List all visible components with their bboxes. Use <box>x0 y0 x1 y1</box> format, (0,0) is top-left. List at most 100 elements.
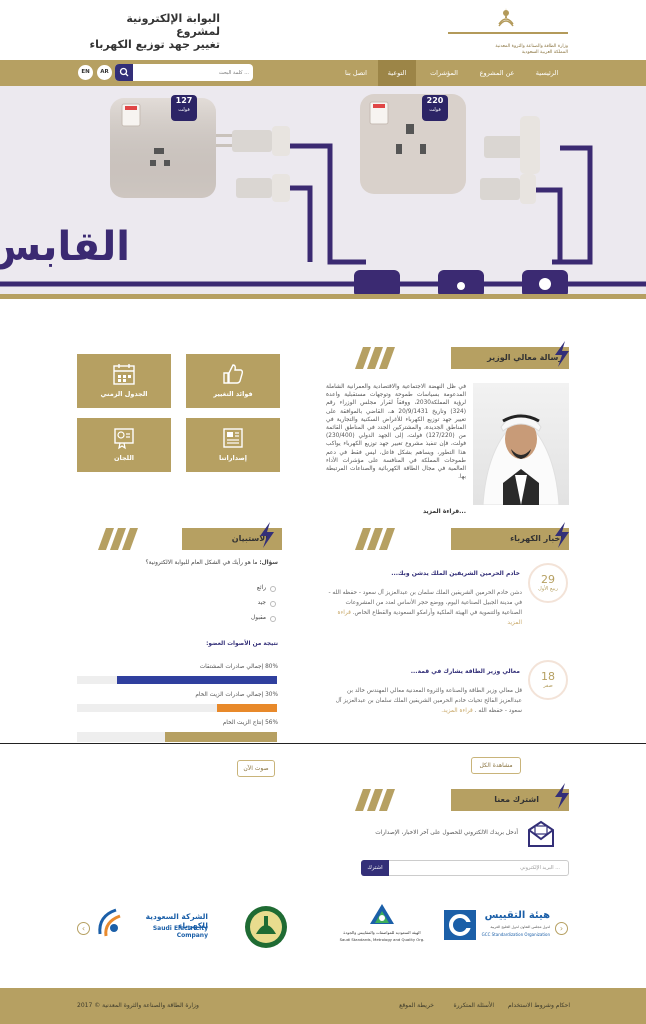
view-all-news-button[interactable]: مشاهدة الكل <box>471 757 521 774</box>
tile-timeline[interactable]: الجدول الزمني <box>77 354 171 408</box>
sec-logo[interactable]: الشركة السعودية للكهرباء Saudi Electrici… <box>96 906 208 942</box>
seal-logo[interactable] <box>242 904 290 950</box>
news-read-more[interactable]: قراءة المزيد. <box>441 708 473 714</box>
minister-photo <box>473 383 569 505</box>
poll-result-fill <box>165 732 277 742</box>
tile-label: إصداراتنا <box>219 454 247 462</box>
tile-committees[interactable]: اللجان <box>77 418 171 472</box>
poll-result-label: 30% إجمالي صادرات الزيت الخام <box>195 692 278 698</box>
tile-label: فوائد التغيير <box>213 390 253 398</box>
bolt-icon <box>555 522 569 548</box>
poll-result-fill <box>217 704 277 712</box>
footer-faq-link[interactable]: الأسئلة المتكررة <box>440 988 494 1024</box>
saso-name-en: Saudi Standards, Metrology and Quality O… <box>339 937 425 942</box>
poll-result-bar <box>77 704 277 712</box>
voltage-value: 127 <box>175 96 193 105</box>
gso-name-en: GCC Standardization Organization <box>481 932 550 937</box>
ministry-name: وزارة الطاقة والصناعة والثروة المعدنية <box>495 44 568 49</box>
publications-icon <box>223 428 243 448</box>
poll-results-title: نتيجة من الأصوات العضو: <box>206 641 278 647</box>
gso-subtitle: لدول مجلس التعاون لدول الخليج العربية <box>490 925 550 929</box>
tile-label: اللجان <box>114 454 134 462</box>
news-text: قل معالي وزير الطاقة والصناعة والثروة ال… <box>335 688 522 714</box>
news-section-heading: أخبار الكهرباء <box>353 522 569 550</box>
nav-about[interactable]: عن المشروع <box>472 60 522 86</box>
gso-logo[interactable]: هيئة التقييس لدول مجلس التعاون لدول الخل… <box>442 906 550 944</box>
news-body: قل معالي وزير الطاقة والصناعة والثروة ال… <box>326 686 522 716</box>
sec-emblem-icon <box>98 908 121 937</box>
news-title[interactable]: خادم الحرمين الشريفين الملك يدشن وبك... <box>330 570 520 577</box>
subscribe-placeholder: البريد الإلكتروني ... <box>520 865 560 871</box>
news-text: دشن خادم الحرمين الشريفين الملك سلمان بن… <box>328 590 522 616</box>
hero-border <box>0 294 646 299</box>
divider-line <box>0 743 646 744</box>
lang-en-button[interactable]: EN <box>78 65 93 80</box>
footer-sitemap-link[interactable]: خريطة الموقع <box>386 988 434 1024</box>
subscribe-section-heading: اشترك معنا <box>353 783 569 811</box>
footer-terms-link[interactable]: احكام وشروط الاستخدام <box>500 988 570 1024</box>
subscribe-button[interactable]: اشترك <box>361 860 389 876</box>
news-month: صفر <box>543 683 553 689</box>
footer-copyright: وزارة الطاقة والصناعة والثروة المعدنية ©… <box>77 1002 199 1009</box>
calendar-icon <box>113 364 135 385</box>
poll-option-radio[interactable] <box>270 586 276 592</box>
vote-now-button[interactable]: صوت الآن <box>237 760 275 777</box>
minister-section-heading: رسالة معالي الوزير <box>353 341 569 369</box>
logo-divider <box>448 32 568 34</box>
poll-result-bar <box>77 732 277 742</box>
poll-option-label: جيد <box>257 600 266 606</box>
voltage-badge-127: 127 فولت <box>171 95 197 121</box>
green-seal-icon <box>245 906 287 948</box>
minister-read-more[interactable]: قراءة المزيد... <box>420 508 466 515</box>
news-month: ربيع الأول <box>538 586 558 592</box>
bolt-icon <box>555 783 569 809</box>
portal-title-line2: تغيير جهد توزيع الكهرباء <box>89 38 221 51</box>
search-input[interactable] <box>135 66 249 79</box>
poll-result-label: 56% إنتاج الزيت الخام <box>222 720 278 726</box>
tile-label: الجدول الزمني <box>100 390 148 398</box>
voltage-value: 220 <box>426 96 444 105</box>
partners-prev-button[interactable]: ‹ <box>77 922 90 935</box>
tile-benefits[interactable]: فوائد التغيير <box>186 354 280 408</box>
subscribe-email-input[interactable]: البريد الإلكتروني ... <box>361 860 569 876</box>
committee-icon <box>114 428 134 450</box>
hero-banner[interactable]: 127 فولت 220 فولت القابس <box>0 86 646 298</box>
news-title[interactable]: معالي وزير الطاقة يشارك في قمة... <box>330 668 520 675</box>
portal-title: البوابة الإلكترونية لمشروع تغيير جهد توز… <box>80 12 221 51</box>
gso-emblem-icon <box>444 910 476 940</box>
poll-question-text: ما هو رأيك في الشكل العام للبوابة الالكت… <box>145 560 258 566</box>
poll-result-fill <box>117 676 277 684</box>
poll-option-radio[interactable] <box>270 616 276 622</box>
news-day: 18 <box>541 670 555 683</box>
news-date-badge: 18 صفر <box>528 660 568 700</box>
footer: احكام وشروط الاستخدام الأسئلة المتكررة خ… <box>0 988 646 1024</box>
search-button[interactable] <box>115 64 133 81</box>
partners-next-button[interactable]: › <box>555 922 568 935</box>
news-date-badge: 29 ربيع الأول <box>528 563 568 603</box>
thumbs-up-icon <box>223 364 244 384</box>
nav-contact[interactable]: اتصل بنا <box>336 60 376 86</box>
saso-logo[interactable]: الهيئة السعودية للمواصفات والمقاييس والج… <box>332 902 432 946</box>
chevron-right-icon: › <box>559 924 564 933</box>
news-day: 29 <box>541 573 555 586</box>
search-box <box>115 64 253 81</box>
bolt-icon <box>260 522 274 548</box>
subscribe-heading: اشترك معنا <box>494 795 539 804</box>
nav-awareness[interactable]: التوعية <box>378 60 416 86</box>
nav-home[interactable]: الرئيسية <box>524 60 570 86</box>
newsletter-icon <box>528 820 554 847</box>
voltage-badge-220: 220 فولت <box>422 95 448 121</box>
ministry-logo[interactable]: وزارة الطاقة والصناعة والثروة المعدنية ا… <box>448 6 568 56</box>
poll-section-heading: الاستبيان <box>96 522 282 550</box>
poll-result-label: 80% إجمالي صادرات المشتقات <box>199 664 278 670</box>
poll-option-radio[interactable] <box>270 601 276 607</box>
subscribe-description: أدخل بريدك الالكتروني للحصول على آخر الا… <box>375 830 518 836</box>
lang-ar-button[interactable]: AR <box>97 65 112 80</box>
minister-message: في ظل النهضة الاجتماعية والاقتصادية والع… <box>326 384 467 481</box>
nav-indicators[interactable]: المؤشرات <box>420 60 468 86</box>
sec-name-en: Saudi Electricity Company <box>152 925 208 939</box>
tile-publications[interactable]: إصداراتنا <box>186 418 280 472</box>
country-name: المملكة العربية السعودية <box>521 50 568 55</box>
poll-option-label: رائع <box>256 585 266 591</box>
gso-name-ar: هيئة التقييس <box>484 910 550 921</box>
